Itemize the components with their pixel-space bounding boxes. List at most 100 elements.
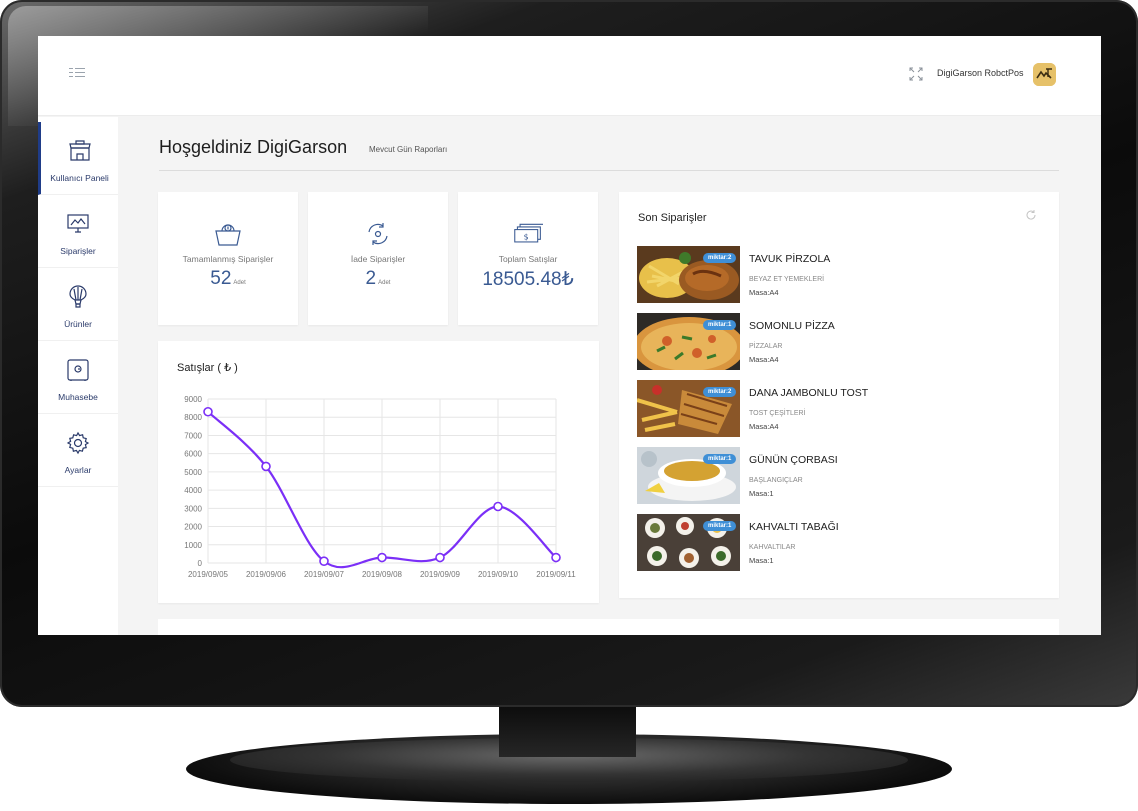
y-tick-label: 3000 xyxy=(184,504,202,513)
sidebar-item-accounting[interactable]: Muhasebe xyxy=(38,341,118,414)
safe-icon xyxy=(67,359,89,381)
x-tick-label: 2019/09/11 xyxy=(536,570,576,579)
stat-label: İade Siparişler xyxy=(350,254,406,264)
order-category: BAŞLANGIÇLAR xyxy=(749,477,803,484)
recent-orders-title: Son Siparişler xyxy=(638,212,707,224)
order-table: Masa:1 xyxy=(749,556,774,565)
data-point xyxy=(493,501,503,512)
gear-icon xyxy=(66,431,90,455)
y-tick-label: 0 xyxy=(198,559,203,568)
order-table: Masa:A4 xyxy=(749,355,779,364)
menu-icon[interactable] xyxy=(69,68,85,80)
y-tick-label: 9000 xyxy=(184,395,202,404)
order-item[interactable]: miktar:1 KAHVALTI TABAĞI KAHVALTILAR Mas… xyxy=(637,514,1057,572)
page-subtitle: Mevcut Gün Raporları xyxy=(369,145,448,154)
grilled-chicken-photo: miktar:2 xyxy=(637,246,740,303)
user-avatar[interactable] xyxy=(1033,63,1056,86)
x-tick-label: 2019/09/09 xyxy=(420,570,461,579)
svg-text:$: $ xyxy=(524,232,529,241)
x-tick-label: 2019/09/10 xyxy=(478,570,519,579)
y-tick-label: 2000 xyxy=(184,523,202,532)
stat-unit: Adet xyxy=(378,280,391,286)
breakfast-photo: miktar:1 xyxy=(637,514,740,571)
order-name: GÜNÜN ÇORBASI xyxy=(749,454,838,466)
sidebar-item-label: Ürünler xyxy=(64,319,92,329)
basket-icon xyxy=(215,224,241,246)
order-name: KAHVALTI TABAĞI xyxy=(749,521,839,533)
monitor-frame: DigiGarson RobctPos Kullanıcı Paneli Sip… xyxy=(0,0,1138,811)
store-icon xyxy=(68,140,91,161)
order-category: KAHVALTILAR xyxy=(749,544,796,551)
stat-label: Tamamlanmış Siparişler xyxy=(182,254,274,264)
main-content: Hoşgeldiniz DigiGarson Mevcut Gün Raporl… xyxy=(118,117,1101,635)
order-table: Masa:1 xyxy=(749,489,774,498)
stat-value: 52 xyxy=(210,268,232,289)
sidebar-item-dashboard[interactable]: Kullanıcı Paneli xyxy=(38,122,118,195)
stat-label: Toplam Satışlar xyxy=(498,254,558,264)
bottom-card xyxy=(158,619,1059,635)
balloon-icon xyxy=(69,285,87,308)
order-name: TAVUK PİRZOLA xyxy=(749,253,831,265)
y-tick-label: 4000 xyxy=(184,486,202,495)
stat-card-completed: Tamamlanmış Siparişler 52 Adet xyxy=(158,192,298,325)
order-item[interactable]: miktar:1 GÜNÜN ÇORBASI BAŞLANGIÇLAR Masa… xyxy=(637,447,1057,505)
order-item[interactable]: miktar:1 SOMONLU PİZZA PİZZALAR Masa:A4 xyxy=(637,313,1057,371)
y-tick-label: 1000 xyxy=(184,541,202,550)
sidebar-item-products[interactable]: Ürünler xyxy=(38,268,118,341)
data-point xyxy=(203,406,213,417)
stat-unit: Adet xyxy=(233,280,246,286)
pizza-photo: miktar:1 xyxy=(637,313,740,370)
quantity-badge: miktar:1 xyxy=(703,521,737,531)
title-divider xyxy=(159,170,1059,171)
y-tick-label: 7000 xyxy=(184,431,202,440)
page-title: Hoşgeldiniz DigiGarson xyxy=(159,137,348,157)
x-tick-label: 2019/09/08 xyxy=(362,570,403,579)
sales-chart: 0 1000 2000 3000 4000 5000 6000 7000 8000 9000 201… xyxy=(184,395,576,579)
x-tick-label: 2019/09/05 xyxy=(188,570,229,579)
money-icon: $ xyxy=(514,223,543,243)
quantity-badge: miktar:1 xyxy=(703,320,737,330)
y-tick-label: 5000 xyxy=(184,468,202,477)
username-label[interactable]: DigiGarson RobctPos xyxy=(937,68,1024,78)
recent-orders-card: Son Siparişler miktar:2 TAVUK PİRZOLA BE… xyxy=(619,192,1059,598)
app-screen: DigiGarson RobctPos Kullanıcı Paneli Sip… xyxy=(38,36,1101,635)
data-point xyxy=(319,556,329,566)
soup-photo: miktar:1 xyxy=(637,447,740,504)
sidebar-item-orders[interactable]: Siparişler xyxy=(38,195,118,268)
stat-value: 2 xyxy=(365,268,377,289)
stat-card-refunds: İade Siparişler 2 Adet xyxy=(308,192,448,325)
x-tick-label: 2019/09/07 xyxy=(304,570,345,579)
data-point xyxy=(261,461,271,472)
sidebar-item-settings[interactable]: Ayarlar xyxy=(38,414,118,487)
sidebar: Kullanıcı Paneli Siparişler Ürünler Muha… xyxy=(38,117,118,635)
data-point xyxy=(551,552,561,563)
sidebar-item-label: Muhasebe xyxy=(58,392,98,402)
sidebar-item-label: Siparişler xyxy=(60,246,96,256)
refresh-icon[interactable] xyxy=(1025,209,1037,221)
stat-value: 18505.48₺ xyxy=(482,269,574,290)
monitor-icon xyxy=(67,214,89,233)
data-point xyxy=(435,552,445,563)
order-name: SOMONLU PİZZA xyxy=(749,320,835,332)
quantity-badge: miktar:2 xyxy=(703,387,737,397)
monitor-neck xyxy=(499,707,636,757)
sidebar-item-label: Ayarlar xyxy=(64,465,92,475)
order-category: BEYAZ ET YEMEKLERİ xyxy=(749,276,825,283)
sidebar-item-label: Kullanıcı Paneli xyxy=(50,173,109,183)
y-tick-label: 8000 xyxy=(184,413,202,422)
order-table: Masa:A4 xyxy=(749,288,779,297)
data-point xyxy=(377,552,387,563)
order-category: PİZZALAR xyxy=(749,343,783,350)
order-category: TOST ÇEŞİTLERİ xyxy=(749,410,806,417)
top-bar: DigiGarson RobctPos xyxy=(38,36,1101,116)
refund-icon xyxy=(368,223,388,245)
toast-photo: miktar:2 xyxy=(637,380,740,437)
fullscreen-icon[interactable] xyxy=(909,67,923,81)
order-table: Masa:A4 xyxy=(749,422,779,431)
order-item[interactable]: miktar:2 DANA JAMBONLU TOST TOST ÇEŞİTLE… xyxy=(637,380,1057,438)
order-item[interactable]: miktar:2 TAVUK PİRZOLA BEYAZ ET YEMEKLER… xyxy=(637,246,1057,304)
quantity-badge: miktar:1 xyxy=(703,454,737,464)
order-name: DANA JAMBONLU TOST xyxy=(749,387,869,399)
quantity-badge: miktar:2 xyxy=(703,253,737,263)
stat-card-sales: $ Toplam Satışlar 18505.48₺ xyxy=(458,192,598,325)
